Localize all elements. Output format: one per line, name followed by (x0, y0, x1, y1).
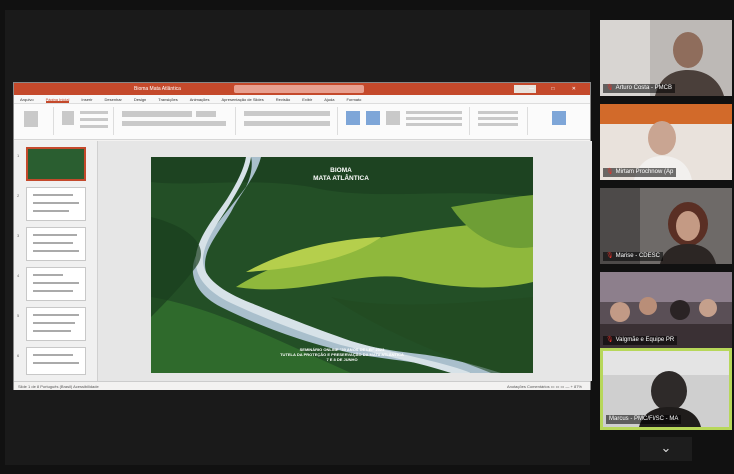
ppt-status-bar: Slide 1 de 8 Português (Brasil) Acessibi… (14, 381, 590, 390)
layout-option[interactable] (80, 111, 108, 114)
slide-thumbnails-pane: 1 2 3 4 5 6 (14, 141, 98, 381)
tab-ajuda[interactable]: Ajuda (324, 95, 334, 103)
status-right[interactable]: Anotações Comentários ▭ ▭ ▭ — + 87% (507, 382, 582, 391)
participant-name-tag: Marcus - PMC/Fl/SC - MA (606, 415, 682, 424)
participant-name: Arturo Costa - PMCB (615, 85, 672, 91)
slide-thumbnail-4[interactable] (26, 267, 86, 301)
slide-foot-line3: 7 E 8 DE JUNHO (326, 357, 358, 362)
select-option[interactable] (478, 123, 518, 126)
slide-title: BIOMA MATA ATLÂNTICA (296, 167, 386, 183)
mic-muted-icon: 🎙 (606, 169, 614, 175)
gallery-expand-button[interactable]: ⌄ (640, 437, 692, 461)
ribbon-toolbar (14, 104, 590, 140)
powerpoint-window: Bioma Mata Atlântica — □ ✕ Arquivo Págin… (13, 82, 592, 390)
font-group (116, 107, 236, 135)
tab-pagina-inicial[interactable]: Página Inicial (45, 95, 70, 103)
tab-design[interactable]: Design (134, 95, 146, 103)
participant-tile-2[interactable]: 🎙 Mirtam Prochnow (Ap (600, 104, 732, 180)
participant-tile-3[interactable]: 🎙 Marise - CDESC (600, 188, 732, 264)
thumb-number: 5 (17, 313, 20, 318)
reset-option[interactable] (80, 118, 108, 121)
font-family-select[interactable] (122, 111, 192, 117)
find-option[interactable] (478, 111, 518, 114)
status-left: Slide 1 de 8 Português (Brasil) Acessibi… (18, 384, 99, 389)
shape-fill-option[interactable] (406, 111, 462, 114)
participant-name: Mirtam Prochnow (Ap (615, 169, 674, 175)
participant-name-tag: 🎙 Mirtam Prochnow (Ap (603, 168, 677, 177)
participant-tile-4[interactable]: 🎙 Valgmãe e Equipe PR (600, 272, 732, 348)
align-buttons[interactable] (244, 121, 330, 126)
font-size-select[interactable] (196, 111, 216, 117)
ppt-title-bar: Bioma Mata Atlântica — □ ✕ (14, 83, 590, 95)
forest-river-photo (151, 157, 533, 373)
section-option[interactable] (80, 125, 108, 128)
font-format-buttons[interactable] (122, 121, 226, 126)
arrange-icon[interactable] (366, 111, 380, 125)
shape-outline-option[interactable] (406, 117, 462, 120)
participant-name-tag: 🎙 Arturo Costa - PMCB (603, 84, 675, 93)
tab-revisao[interactable]: Revisão (276, 95, 290, 103)
clipboard-group (18, 107, 54, 135)
thumb-number: 4 (17, 273, 20, 278)
tab-transicoes[interactable]: Transições (158, 95, 177, 103)
paste-icon[interactable] (24, 111, 38, 127)
participant-tile-5-active-speaker[interactable]: Marcus - PMC/Fl/SC - MA (600, 348, 732, 430)
paragraph-group (238, 107, 338, 135)
current-slide[interactable]: BIOMA MATA ATLÂNTICA SEMINÁRIO ONLINE "3… (151, 157, 533, 373)
slide-thumbnail-6[interactable] (26, 347, 86, 375)
zoom-window: Bioma Mata Atlântica — □ ✕ Arquivo Págin… (0, 0, 734, 474)
participant-name: Valgmãe e Equipe PR (615, 337, 675, 343)
tab-apresentacao[interactable]: Apresentação de Slides (222, 95, 264, 103)
tab-formato[interactable]: Formato (346, 95, 361, 103)
document-title: Bioma Mata Atlântica (134, 86, 181, 92)
list-buttons[interactable] (244, 111, 330, 116)
slides-group (56, 107, 114, 135)
thumb-number: 2 (17, 193, 20, 198)
mic-muted-icon: 🎙 (606, 85, 614, 91)
mic-muted-icon: 🎙 (606, 337, 614, 343)
mic-muted-icon: 🎙 (606, 253, 614, 259)
slide-footer-text: SEMINÁRIO ONLINE "30 ANOS DE LEI" 2023 T… (171, 347, 513, 362)
thumb-number: 6 (17, 353, 20, 358)
designer-group (530, 107, 588, 135)
shape-effects-option[interactable] (406, 123, 462, 126)
tab-exibir[interactable]: Exibir (302, 95, 312, 103)
search-box[interactable] (234, 85, 364, 93)
participant-gallery: 🎙 Arturo Costa - PMCB 🎙 Mirtam Prochnow (A… (600, 20, 734, 465)
slide-title-line1: BIOMA (330, 167, 352, 174)
tab-arquivo[interactable]: Arquivo (20, 95, 34, 103)
quick-styles-icon[interactable] (386, 111, 400, 125)
designer-icon[interactable] (552, 111, 566, 125)
slide-thumbnail-5[interactable] (26, 307, 86, 341)
participant-tile-1[interactable]: 🎙 Arturo Costa - PMCB (600, 20, 732, 96)
participant-name-tag: 🎙 Marise - CDESC (603, 252, 663, 261)
screen-share-area: Bioma Mata Atlântica — □ ✕ Arquivo Págin… (5, 10, 592, 465)
slide-thumbnail-1[interactable] (26, 147, 86, 181)
window-controls[interactable]: — □ ✕ (529, 83, 584, 95)
slide-edit-area: BIOMA MATA ATLÂNTICA SEMINÁRIO ONLINE "3… (98, 141, 592, 381)
participant-name-tag: 🎙 Valgmãe e Equipe PR (603, 336, 678, 345)
ribbon-tabs: Arquivo Página Inicial Inserir Desenhar … (14, 95, 590, 104)
new-slide-icon[interactable] (62, 111, 74, 125)
tab-animacoes[interactable]: Animações (190, 95, 210, 103)
tab-desenhar[interactable]: Desenhar (104, 95, 121, 103)
thumb-number: 1 (17, 153, 20, 158)
participant-name: Marise - CDESC (615, 253, 660, 259)
slide-thumbnail-2[interactable] (26, 187, 86, 221)
slide-thumbnail-3[interactable] (26, 227, 86, 261)
drawing-group (340, 107, 470, 135)
editing-group (472, 107, 528, 135)
participant-name: Marcus - PMC/Fl/SC - MA (609, 416, 679, 422)
slide-title-line2: MATA ATLÂNTICA (313, 175, 369, 182)
thumb-number: 3 (17, 233, 20, 238)
tab-inserir[interactable]: Inserir (81, 95, 92, 103)
shapes-icon[interactable] (346, 111, 360, 125)
replace-option[interactable] (478, 117, 518, 120)
